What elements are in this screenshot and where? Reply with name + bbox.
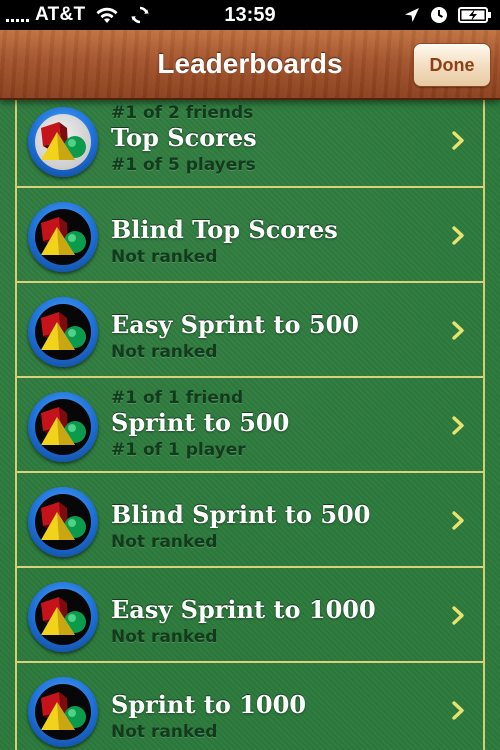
carrier-name: AT&T bbox=[35, 4, 86, 25]
signal-strength-icon bbox=[6, 8, 29, 22]
row-text: Blind Top Scores Not ranked bbox=[111, 188, 433, 283]
row-text: Blind Sprint to 500 Not ranked bbox=[111, 473, 433, 568]
chevron-right-icon bbox=[452, 131, 464, 150]
chevron-right-icon bbox=[452, 416, 464, 435]
chevron-right-icon bbox=[452, 321, 464, 340]
game-ball-shapes-icon bbox=[28, 677, 98, 747]
status-left: AT&T bbox=[6, 0, 150, 30]
leaderboard-title: Easy Sprint to 1000 bbox=[111, 595, 376, 624]
chevron-right-icon bbox=[452, 606, 464, 625]
row-text: Easy Sprint to 500 Not ranked bbox=[111, 283, 433, 378]
players-rank: Not ranked bbox=[111, 247, 218, 267]
row-text: Sprint to 1000 Not ranked bbox=[111, 663, 433, 750]
chevron-right-icon bbox=[452, 226, 464, 245]
battery-charging-icon bbox=[458, 6, 492, 24]
location-arrow-icon bbox=[404, 7, 420, 23]
chevron-right-icon bbox=[452, 701, 464, 720]
friends-rank: #1 of 2 friends bbox=[111, 103, 254, 123]
players-rank: Not ranked bbox=[111, 532, 218, 552]
game-ball-shapes-icon bbox=[28, 392, 98, 462]
clock-icon bbox=[430, 6, 448, 24]
leaderboard-row[interactable]: Blind Top Scores Not ranked bbox=[17, 188, 483, 283]
leaderboard-title: Easy Sprint to 500 bbox=[111, 310, 359, 339]
players-rank: Not ranked bbox=[111, 722, 218, 742]
leaderboard-row[interactable]: Sprint to 1000 Not ranked bbox=[17, 663, 483, 750]
friends-rank: #1 of 1 friend bbox=[111, 388, 244, 408]
game-ball-shapes-icon bbox=[28, 487, 98, 557]
leaderboard-row[interactable]: #1 of 1 friend Sprint to 500 #1 of 1 pla… bbox=[17, 378, 483, 473]
leaderboard-row[interactable]: Easy Sprint to 1000 Not ranked bbox=[17, 568, 483, 663]
leaderboard-title: Blind Sprint to 500 bbox=[111, 500, 371, 529]
nav-bar: Leaderboards Done bbox=[0, 30, 500, 100]
leaderboard-title: Sprint to 1000 bbox=[111, 690, 307, 719]
players-rank: #1 of 5 players bbox=[111, 155, 256, 175]
leaderboard-title: Top Scores bbox=[111, 123, 257, 152]
sync-icon bbox=[131, 6, 150, 24]
row-text: #1 of 2 friends Top Scores #1 of 5 playe… bbox=[111, 100, 433, 188]
status-bar: AT&T 13:59 bbox=[0, 0, 500, 30]
game-ball-shapes-icon bbox=[28, 202, 98, 272]
leaderboard-row[interactable]: Easy Sprint to 500 Not ranked bbox=[17, 283, 483, 378]
players-rank: Not ranked bbox=[111, 342, 218, 362]
players-rank: Not ranked bbox=[111, 627, 218, 647]
row-text: #1 of 1 friend Sprint to 500 #1 of 1 pla… bbox=[111, 378, 433, 473]
game-ball-shapes-icon bbox=[28, 107, 98, 177]
players-rank: #1 of 1 player bbox=[111, 440, 246, 460]
leaderboard-title: Blind Top Scores bbox=[111, 215, 338, 244]
leaderboard-list: #1 of 2 friends Top Scores #1 of 5 playe… bbox=[0, 100, 500, 750]
leaderboard-list-inner: #1 of 2 friends Top Scores #1 of 5 playe… bbox=[15, 100, 485, 750]
leaderboard-title: Sprint to 500 bbox=[111, 408, 290, 437]
leaderboard-row[interactable]: Blind Sprint to 500 Not ranked bbox=[17, 473, 483, 568]
game-ball-shapes-icon bbox=[28, 582, 98, 652]
done-button[interactable]: Done bbox=[413, 43, 491, 87]
wifi-icon bbox=[95, 6, 119, 24]
row-text: Easy Sprint to 1000 Not ranked bbox=[111, 568, 433, 663]
game-ball-shapes-icon bbox=[28, 297, 98, 367]
leaderboard-row[interactable]: #1 of 2 friends Top Scores #1 of 5 playe… bbox=[17, 100, 483, 188]
chevron-right-icon bbox=[452, 511, 464, 530]
status-right bbox=[404, 0, 492, 30]
